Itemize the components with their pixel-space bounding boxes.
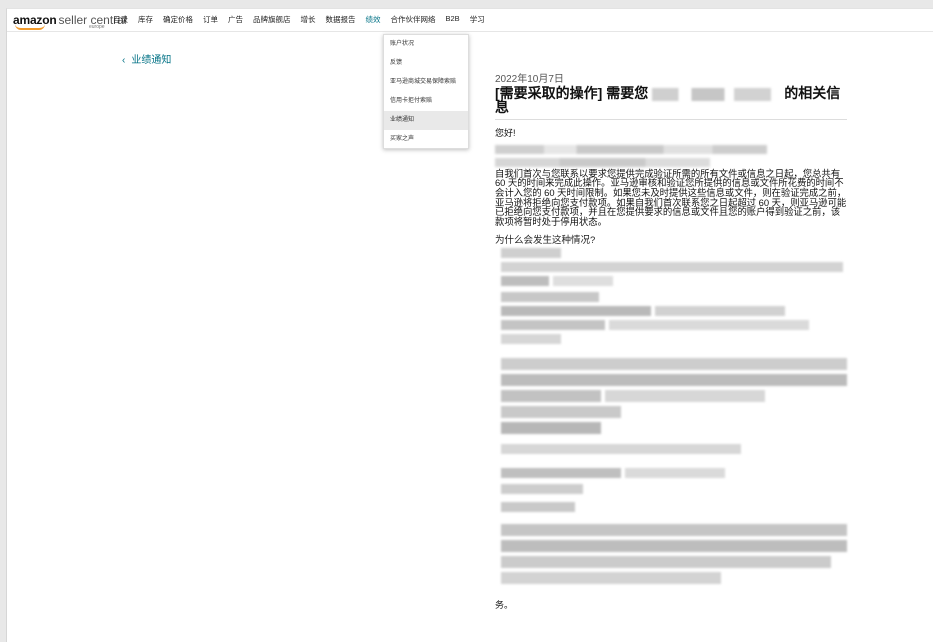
smile-logo-icon bbox=[15, 24, 45, 30]
nav-inventory[interactable]: 库存 bbox=[133, 14, 158, 25]
menu-item-account-health[interactable]: 账户状况 bbox=[384, 35, 468, 54]
menu-item-chargeback-claims[interactable]: 信用卡拒付索赔 bbox=[384, 92, 468, 111]
nav-catalog[interactable]: 目录 bbox=[108, 14, 133, 25]
menu-item-feedback[interactable]: 反馈 bbox=[384, 54, 468, 73]
divider bbox=[495, 118, 847, 120]
main-nav: 目录 库存 确定价格 订单 广告 品牌旗舰店 增长 数据报告 绩效 合作伙伴网络… bbox=[108, 14, 490, 25]
nav-growth[interactable]: 增长 bbox=[296, 14, 321, 25]
nav-pricing[interactable]: 确定价格 bbox=[158, 14, 198, 25]
why-heading: 为什么会发生这种情况? bbox=[495, 235, 596, 247]
nav-advertising[interactable]: 广告 bbox=[223, 14, 248, 25]
performance-dropdown-menu: 账户状况 反馈 亚马逊商城交易保障索赔 信用卡拒付索赔 业绩通知 买家之声 bbox=[383, 34, 469, 149]
nav-b2b[interactable]: B2B bbox=[441, 14, 465, 25]
nav-stores[interactable]: 品牌旗舰店 bbox=[248, 14, 296, 25]
notice-title: [需要采取的操作] 需要您 的相关信息 bbox=[495, 85, 847, 114]
redacted-block bbox=[652, 87, 785, 101]
back-to-notifications-link[interactable]: ‹ 业绩通知 bbox=[122, 51, 171, 66]
title-prefix: [需要采取的操作] 需要您 bbox=[495, 85, 649, 101]
redacted-line bbox=[495, 157, 710, 167]
notice-date: 2022年10月7日 bbox=[495, 74, 564, 85]
chevron-left-icon: ‹ bbox=[122, 55, 126, 66]
redacted-line bbox=[495, 144, 767, 154]
nav-partner-network[interactable]: 合作伙伴网络 bbox=[386, 14, 441, 25]
page: amazon seller central europe 目录 库存 确定价格 订… bbox=[6, 8, 933, 642]
top-navigation-bar: amazon seller central europe 目录 库存 确定价格 订… bbox=[7, 9, 933, 32]
menu-item-voice-of-customer[interactable]: 买家之声 bbox=[384, 130, 468, 149]
nav-reports[interactable]: 数据报告 bbox=[321, 14, 361, 25]
tail-text: 务。 bbox=[495, 600, 514, 611]
notice-paragraph: 自我们首次与您联系以要求您提供完成验证所需的所有文件或信息之日起，您总共有 60… bbox=[495, 167, 847, 227]
nav-orders[interactable]: 订单 bbox=[198, 14, 223, 25]
region-label: europe bbox=[89, 24, 105, 30]
nav-performance[interactable]: 绩效 bbox=[361, 14, 386, 25]
nav-learn[interactable]: 学习 bbox=[465, 14, 490, 25]
redacted-content-block bbox=[501, 248, 847, 585]
greeting: 您好! bbox=[495, 127, 516, 138]
notification-article: 2022年10月7日 [需要采取的操作] 需要您 的相关信息 您好! 自我们首次与… bbox=[495, 75, 847, 611]
back-link-label: 业绩通知 bbox=[131, 55, 172, 66]
menu-item-performance-notifications[interactable]: 业绩通知 bbox=[384, 111, 468, 130]
menu-item-a-to-z-claims[interactable]: 亚马逊商城交易保障索赔 bbox=[384, 73, 468, 92]
